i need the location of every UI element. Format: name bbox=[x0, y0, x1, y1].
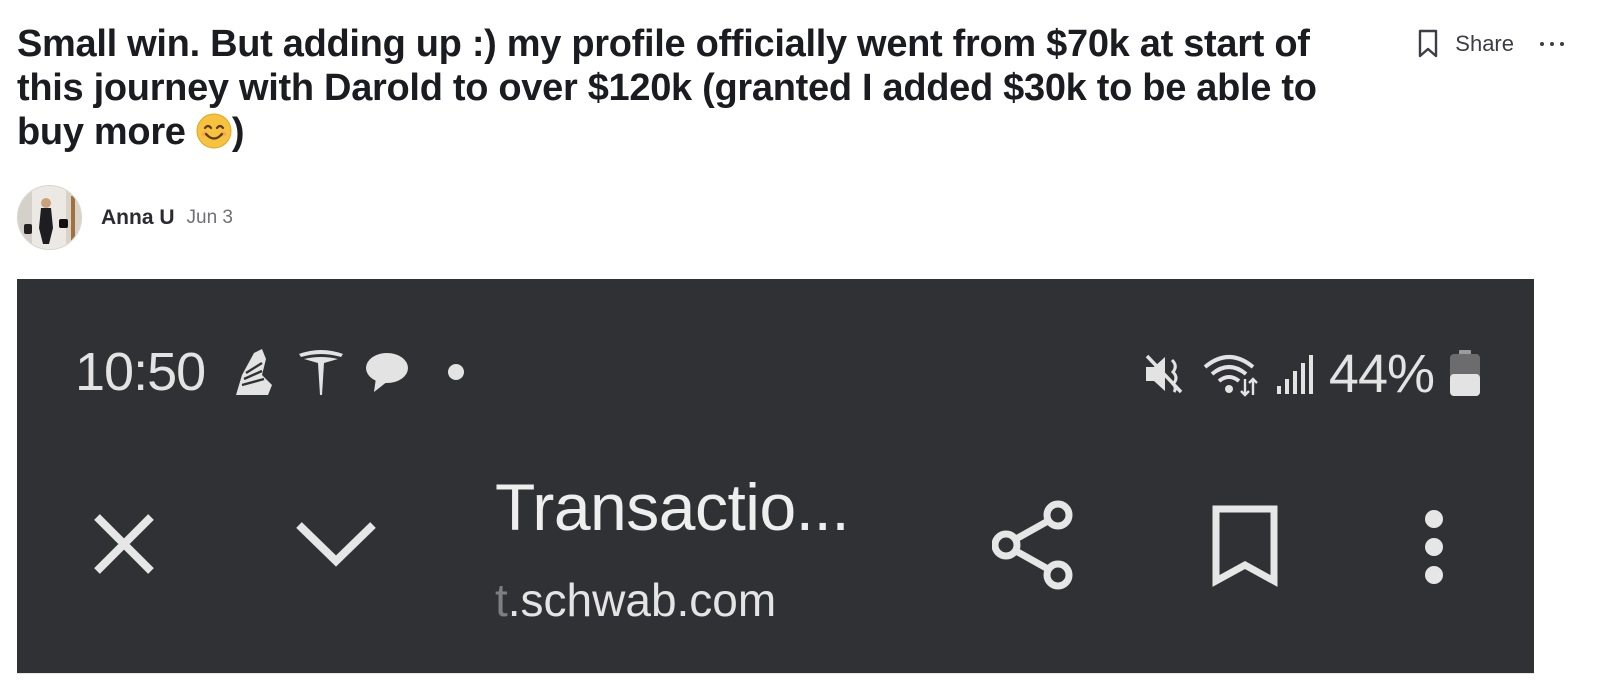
screenshot-bottom-edge bbox=[17, 673, 1534, 691]
tesla-icon bbox=[299, 350, 343, 395]
share-button[interactable]: Share bbox=[1455, 31, 1514, 57]
url-domain: .schwab.com bbox=[507, 574, 777, 626]
signal-icon bbox=[1276, 355, 1313, 394]
browser-page-url: t.schwab.com bbox=[495, 573, 776, 627]
browser-toolbar: Transactio... t.schwab.com bbox=[17, 469, 1534, 629]
battery-icon bbox=[1450, 350, 1480, 396]
status-bar-time: 10:50 bbox=[75, 342, 206, 402]
post-title: Small win. But adding up :) my profile o… bbox=[17, 22, 1367, 154]
mute-icon bbox=[1145, 354, 1183, 394]
kebab-menu-icon[interactable] bbox=[1417, 509, 1451, 585]
wifi-icon bbox=[1203, 355, 1258, 397]
close-icon[interactable] bbox=[91, 511, 157, 577]
post-actions: Share bbox=[1417, 26, 1564, 62]
more-icon bbox=[1540, 42, 1544, 46]
battery-percentage: 44% bbox=[1328, 344, 1435, 404]
more-icon-dot bbox=[1560, 42, 1564, 46]
url-fade-prefix: t bbox=[495, 574, 508, 626]
status-icons-right: 44% bbox=[1143, 343, 1482, 405]
more-icon-dot bbox=[1550, 42, 1554, 46]
running-shoe-icon bbox=[236, 349, 272, 395]
status-icons-left bbox=[232, 345, 468, 399]
smiling-emoji-icon bbox=[196, 113, 232, 149]
share-icon[interactable] bbox=[992, 497, 1076, 593]
post-date: Jun 3 bbox=[186, 206, 233, 228]
author-name[interactable]: Anna U bbox=[101, 206, 175, 230]
chat-icon bbox=[366, 353, 408, 392]
post-title-end: ) bbox=[231, 111, 245, 153]
chevron-down-icon[interactable] bbox=[295, 519, 377, 569]
avatar[interactable] bbox=[17, 185, 82, 250]
author-row: Anna U Jun 3 bbox=[17, 185, 233, 250]
bookmark-button[interactable] bbox=[1417, 29, 1439, 59]
bookmark-icon[interactable] bbox=[1212, 505, 1278, 587]
embedded-screenshot[interactable]: 10:50 44% Transactio... t.schwab.com bbox=[17, 279, 1534, 673]
notification-dot-icon bbox=[448, 364, 464, 380]
avatar-image bbox=[18, 186, 81, 249]
bookmark-icon bbox=[1419, 29, 1438, 58]
more-options-button[interactable] bbox=[1540, 42, 1564, 46]
browser-page-title: Transactio... bbox=[495, 470, 850, 544]
